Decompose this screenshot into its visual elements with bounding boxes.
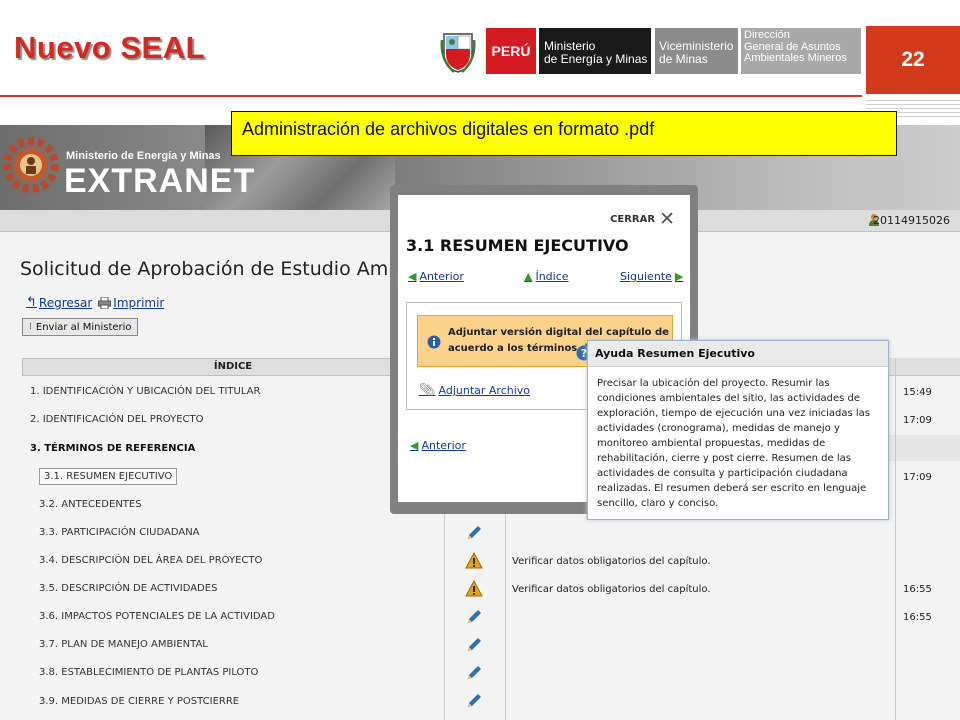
slide-page-number: 22: [866, 26, 960, 94]
index-header: ÍNDICE: [22, 358, 444, 376]
tooltip-body: Precisar la ubicación del proyecto. Resu…: [597, 378, 870, 509]
printer-icon: [98, 296, 112, 309]
warning-icon[interactable]: [465, 580, 483, 598]
send-to-ministry-button[interactable]: ⁞ Enviar al Ministerio: [22, 318, 138, 336]
index-item[interactable]: 3.5. DESCRIPCIÓN DE ACTIVIDADES: [22, 575, 444, 603]
pencil-icon[interactable]: [465, 664, 483, 682]
timestamp: 15:49: [903, 387, 932, 398]
back-arrow-icon: ↰: [26, 295, 37, 310]
help-tooltip: Ayuda Resumen Ejecutivo Precisar la ubic…: [587, 340, 889, 520]
peru-coat-of-arms-icon: [440, 33, 476, 73]
close-button[interactable]: CERRAR ✕: [610, 208, 675, 230]
pencil-icon[interactable]: [465, 608, 483, 626]
index-item[interactable]: 1. IDENTIFICACIÓN Y UBICACIÓN DEL TITULA…: [22, 378, 444, 406]
index-item[interactable]: 3.3. PARTICIPACIÓN CIUDADANA: [22, 519, 444, 547]
column-divider: [895, 358, 896, 720]
pencil-icon[interactable]: [465, 692, 483, 710]
user-id-label: 20114915026: [873, 214, 950, 227]
modal-title: 3.1 RESUMEN EJECUTIVO: [406, 236, 629, 255]
index-item[interactable]: 3. TÉRMINOS DE REFERENCIA: [22, 435, 444, 463]
peru-brand-logo: PERÚ: [486, 28, 536, 74]
arrow-right-icon: ▶: [674, 270, 684, 283]
ministry-gear-logo-icon: [3, 137, 59, 193]
pencil-icon[interactable]: [465, 524, 483, 542]
index-link[interactable]: ▲ Índice: [524, 270, 569, 283]
index-item[interactable]: 3.2. ANTECEDENTES: [22, 491, 444, 519]
index-item[interactable]: 2. IDENTIFICACIÓN DEL PROYECTO: [22, 406, 444, 434]
previous-link[interactable]: ◀ Anterior: [408, 270, 464, 283]
timestamp: 17:09: [903, 415, 932, 426]
previous-link-bottom[interactable]: ◀ Anterior: [410, 439, 466, 452]
index-item-selected[interactable]: 3.1. RESUMEN EJECUTIVO: [22, 463, 444, 491]
send-grip-icon: ⁞: [29, 322, 32, 332]
dgaam-brand-logo: Dirección General de Asuntos Ambientales…: [741, 28, 861, 74]
status-message: Verificar datos obligatorios del capítul…: [512, 556, 711, 567]
vice-ministry-brand-logo: Viceministerio de Minas: [655, 28, 738, 74]
next-link[interactable]: Siguiente ▶: [620, 270, 683, 283]
header-divider: [0, 95, 862, 97]
pencil-icon[interactable]: [465, 636, 483, 654]
warning-icon[interactable]: [465, 552, 483, 570]
index-item[interactable]: 3.7. PLAN DE MANEJO AMBIENTAL: [22, 631, 444, 659]
index-item[interactable]: 3.4. DESCRIPCIÓN DEL ÁREA DEL PROYECTO: [22, 547, 444, 575]
back-link[interactable]: ↰ Regresar: [26, 295, 92, 310]
slide-caption: Administración de archivos digitales en …: [231, 111, 897, 156]
print-link[interactable]: Imprimir: [98, 296, 164, 310]
close-icon: ✕: [659, 208, 675, 230]
timestamp: 16:55: [903, 612, 932, 623]
timestamp: 17:09: [903, 472, 932, 483]
action-links: ↰ Regresar Imprimir: [26, 295, 164, 310]
timestamp: 16:55: [903, 584, 932, 595]
arrow-up-icon: ▲: [524, 270, 533, 283]
index-item[interactable]: 3.9. MEDIDAS DE CIERRE Y POSTCIERRE: [22, 688, 444, 716]
ministry-brand-logo: Ministerio de Energía y Minas: [539, 28, 651, 74]
info-icon: [427, 335, 441, 349]
arrow-left-icon: ◀: [410, 439, 419, 452]
status-message: Verificar datos obligatorios del capítul…: [512, 584, 711, 595]
banner-product-name: EXTRANET: [64, 162, 256, 200]
index-item[interactable]: 3.8. ESTABLECIMIENTO DE PLANTAS PILOTO: [22, 659, 444, 687]
banner-ministry-name: Ministerio de Energía y Minas: [66, 150, 221, 162]
arrow-left-icon: ◀: [408, 270, 417, 283]
slide-title: Nuevo SEAL: [14, 30, 206, 65]
page-heading: Solicitud de Aprobación de Estudio Ambie…: [20, 258, 454, 280]
paperclip-icon: 📎︎: [419, 383, 436, 398]
index-item[interactable]: 3.6. IMPACTOS POTENCIALES DE LA ACTIVIDA…: [22, 603, 444, 631]
attach-file-link[interactable]: 📎︎ Adjuntar Archivo: [419, 383, 530, 398]
tooltip-title: Ayuda Resumen Ejecutivo: [588, 341, 888, 367]
